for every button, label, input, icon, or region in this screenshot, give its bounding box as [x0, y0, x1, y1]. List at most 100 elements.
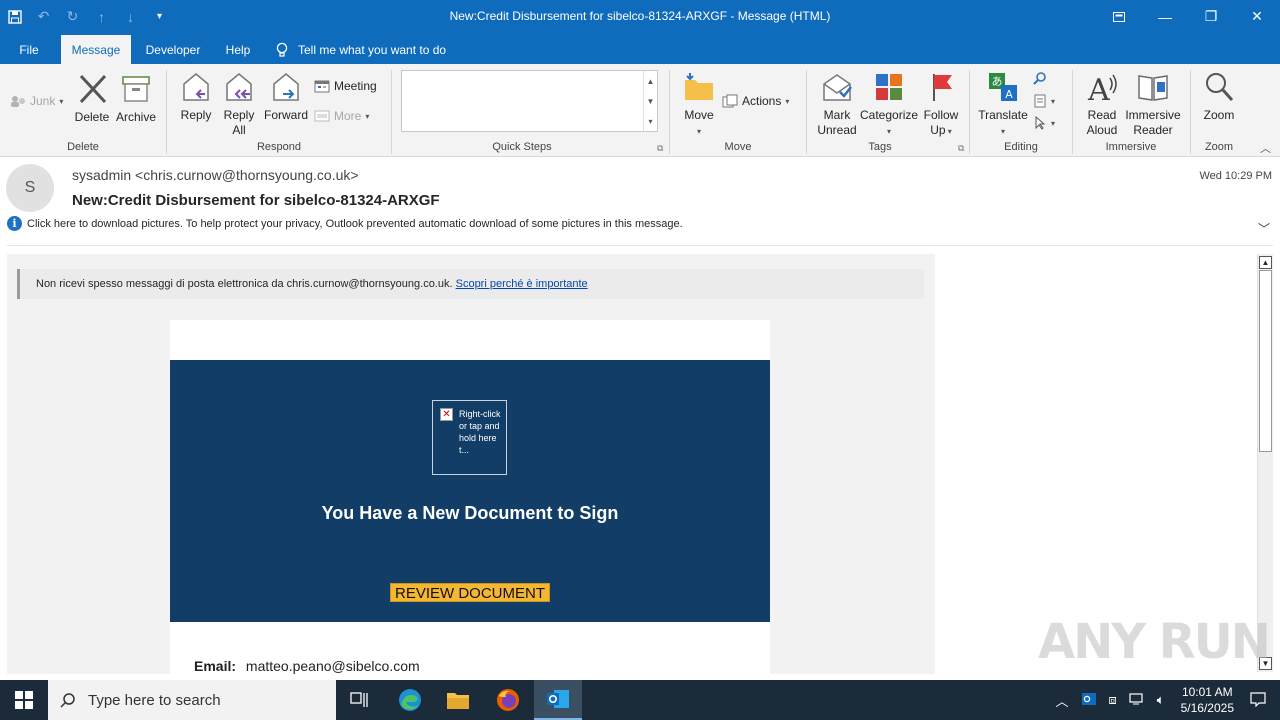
info-icon: i: [7, 216, 22, 231]
delete-icon: [79, 74, 107, 104]
read-aloud-label-line1: Read: [1087, 108, 1117, 122]
show-hidden-icons-icon[interactable]: ︿: [1056, 691, 1069, 710]
move-button[interactable]: Move ▾: [679, 70, 719, 139]
document-icon: [1034, 94, 1046, 108]
more-respond-button[interactable]: More ▾: [314, 109, 369, 123]
archive-icon: [122, 76, 150, 102]
actions-button[interactable]: Actions ▾: [722, 94, 789, 108]
email-value[interactable]: matteo.peano@sibelco.com: [246, 658, 420, 674]
archive-label: Archive: [115, 110, 156, 124]
device-icon[interactable]: ⧈: [1109, 692, 1117, 708]
group-separator: [391, 70, 392, 154]
gallery-expand-icon[interactable]: ▾: [648, 117, 652, 126]
email-label: Email:: [194, 658, 237, 674]
translate-button[interactable]: あA Translate ▾: [976, 70, 1030, 139]
collapse-ribbon-icon[interactable]: ︿: [1260, 140, 1271, 156]
banner-link[interactable]: Scopri perché è importante: [456, 278, 588, 290]
expand-header-icon[interactable]: ﹀: [1258, 220, 1270, 237]
follow-up-label-line1: Follow: [923, 108, 959, 122]
search-placeholder: Type here to search: [88, 691, 221, 709]
scroll-down-icon[interactable]: ▼: [647, 97, 655, 106]
select-button[interactable]: ▾: [1033, 116, 1055, 130]
tab-message[interactable]: Message: [61, 35, 131, 64]
categorize-label: Categorize: [860, 108, 919, 122]
follow-up-button[interactable]: Follow Up ▾: [920, 70, 962, 139]
group-zoom-label: Zoom: [1204, 141, 1234, 153]
read-aloud-button[interactable]: A Read Aloud: [1080, 70, 1124, 138]
immersive-reader-button[interactable]: Immersive Reader: [1124, 70, 1182, 138]
delete-button[interactable]: Delete: [72, 72, 112, 125]
immersive-reader-label-line2: Reader: [1133, 123, 1173, 137]
group-separator: [1072, 70, 1073, 154]
blocked-image-placeholder[interactable]: ✕ Right-click or tap and hold here t...: [432, 400, 507, 475]
message-subject: New:Credit Disbursement for sibelco-8132…: [72, 192, 440, 209]
volume-icon[interactable]: 🔈︎: [1157, 692, 1165, 708]
start-button[interactable]: [0, 680, 48, 720]
email-card: ✕ Right-click or tap and hold here t... …: [170, 320, 770, 674]
outlook-taskbar-icon[interactable]: [534, 680, 582, 720]
group-quick-steps-label: Quick Steps: [492, 141, 552, 153]
immersive-reader-icon: [1138, 75, 1168, 101]
download-pictures-infobar[interactable]: i Click here to download pictures. To he…: [7, 216, 683, 231]
forward-button[interactable]: Forward: [263, 70, 309, 123]
clock[interactable]: 10:01 AM 5/16/2025: [1181, 684, 1234, 716]
tell-me-search[interactable]: Tell me what you want to do: [276, 35, 466, 64]
zoom-label: Zoom: [1203, 108, 1235, 122]
mark-unread-label-line1: Mark: [823, 108, 851, 122]
mark-unread-button[interactable]: Mark Unread: [815, 70, 859, 138]
taskbar-search[interactable]: Type here to search: [48, 680, 336, 720]
read-aloud-label-line2: Aloud: [1086, 123, 1118, 137]
reply-button[interactable]: Reply: [176, 70, 216, 123]
related-button[interactable]: ▾: [1033, 94, 1055, 108]
meeting-button[interactable]: Meeting: [314, 79, 377, 93]
scroll-up-icon[interactable]: ▲: [647, 77, 655, 86]
translate-icon: あA: [989, 73, 1017, 101]
system-tray: ︿ ⧈ 🔈︎ 10:01 AM 5/16/2025: [1050, 680, 1280, 720]
scroll-up-arrow-icon[interactable]: ▲: [1259, 256, 1272, 269]
archive-button[interactable]: Archive: [114, 72, 158, 125]
close-icon[interactable]: ✕: [1234, 0, 1280, 33]
svg-text:あ: あ: [992, 75, 1003, 88]
dialog-launcher-icon[interactable]: ⧉: [657, 143, 663, 154]
restore-icon[interactable]: ❐: [1188, 0, 1234, 33]
reply-label: Reply: [180, 108, 212, 122]
review-document-button[interactable]: REVIEW DOCUMENT: [390, 583, 550, 602]
file-explorer-icon[interactable]: [434, 680, 482, 720]
outlook-tray-icon[interactable]: [1081, 692, 1097, 709]
delete-label: Delete: [74, 110, 110, 124]
translate-label: Translate: [978, 108, 1028, 122]
group-separator: [166, 70, 167, 154]
firefox-icon[interactable]: [484, 680, 532, 720]
categorize-button[interactable]: Categorize ▾: [860, 70, 918, 139]
anyrun-watermark: ANY RUN: [1038, 614, 1271, 670]
quick-steps-gallery[interactable]: ▲ ▼ ▾: [401, 70, 658, 132]
clock-time: 10:01 AM: [1181, 685, 1233, 699]
meeting-label: Meeting: [334, 79, 377, 93]
notifications-icon[interactable]: [1250, 691, 1266, 710]
task-view-icon[interactable]: [336, 680, 384, 720]
mark-unread-icon: [823, 74, 852, 101]
clock-date: 5/16/2025: [1180, 701, 1234, 715]
meeting-icon: [314, 80, 330, 93]
tab-developer[interactable]: Developer: [138, 35, 208, 64]
group-editing-label: Editing: [1004, 141, 1038, 153]
junk-button[interactable]: Junk ▾: [10, 94, 63, 108]
vertical-scrollbar[interactable]: ▲ ▼: [1257, 254, 1273, 672]
tab-help[interactable]: Help: [218, 35, 258, 64]
search-icon: [1033, 72, 1046, 85]
actions-label: Actions: [742, 94, 782, 108]
zoom-button[interactable]: Zoom: [1198, 70, 1240, 123]
scrollbar-thumb[interactable]: [1259, 270, 1272, 452]
ribbon-display-options-icon[interactable]: [1096, 0, 1142, 33]
group-separator: [969, 70, 970, 154]
sender[interactable]: sysadmin <chris.curnow@thornsyoung.co.uk…: [72, 167, 359, 183]
categorize-icon: [876, 74, 902, 100]
tab-file[interactable]: File: [8, 35, 50, 64]
reply-all-button[interactable]: Reply All: [219, 70, 259, 138]
network-icon[interactable]: [1129, 692, 1145, 709]
minimize-icon[interactable]: —: [1142, 0, 1188, 33]
dialog-launcher-icon[interactable]: ⧉: [958, 143, 964, 154]
find-button[interactable]: [1033, 72, 1047, 86]
edge-icon[interactable]: [386, 680, 434, 720]
immersive-reader-label-line1: Immersive: [1125, 108, 1181, 122]
